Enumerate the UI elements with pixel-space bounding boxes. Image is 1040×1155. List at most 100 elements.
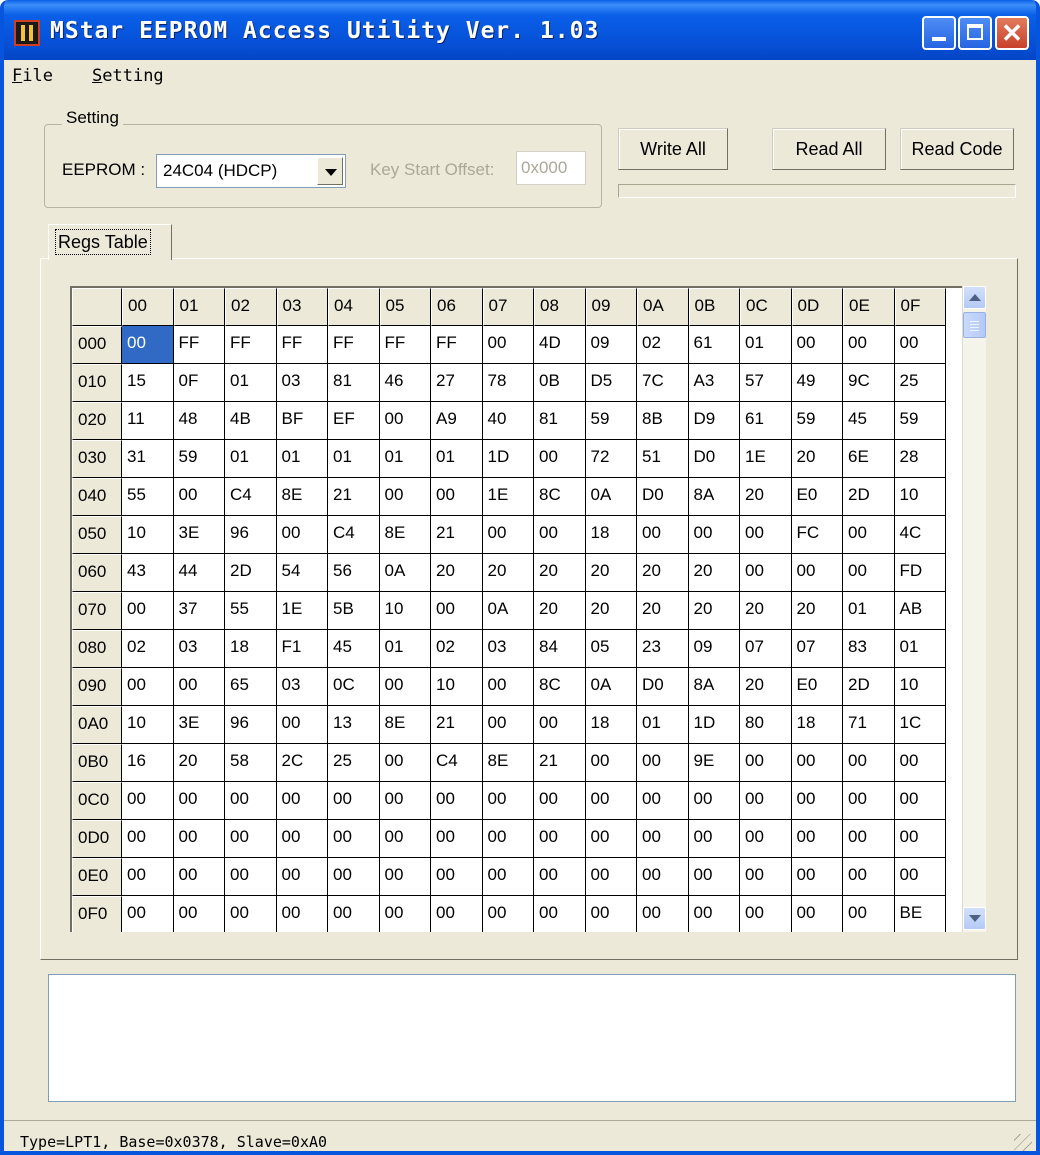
grid-cell[interactable]: FF [276,326,328,364]
grid-cell[interactable]: 27 [431,364,483,402]
grid-cell[interactable]: 00 [276,516,328,554]
grid-cell[interactable]: 09 [688,630,740,668]
grid-cell[interactable]: 00 [843,820,895,858]
grid-cell[interactable]: 1E [740,440,792,478]
grid-cell[interactable]: 00 [225,820,277,858]
grid-cell[interactable]: 00 [534,820,586,858]
grid-cell[interactable]: 00 [276,782,328,820]
grid-cell[interactable]: 00 [482,820,534,858]
grid-cell[interactable]: 03 [173,630,225,668]
grid-cell[interactable]: 00 [482,326,534,364]
grid-cell[interactable]: 00 [637,744,689,782]
grid-cell[interactable]: 00 [534,782,586,820]
grid-cell[interactable]: 51 [637,440,689,478]
grid-cell[interactable]: 00 [791,858,843,896]
menu-file[interactable]: File [12,66,53,86]
grid-cell[interactable]: 00 [173,820,225,858]
grid-cell[interactable]: 59 [894,402,946,440]
grid-cell[interactable]: 00 [791,820,843,858]
grid-cell[interactable]: D9 [688,402,740,440]
grid-cell[interactable]: 07 [740,630,792,668]
grid-cell[interactable]: 59 [791,402,843,440]
grid-cell[interactable]: 13 [328,706,380,744]
grid-cell[interactable]: 00 [225,782,277,820]
grid-cell[interactable]: 3E [173,516,225,554]
grid-cell[interactable]: 20 [740,478,792,516]
grid-cell[interactable]: 00 [174,896,225,932]
grid-cell[interactable]: 00 [380,896,431,932]
read-all-button[interactable]: Read All [772,128,886,170]
grid-cell[interactable]: 02 [122,630,174,668]
grid-cell[interactable]: C4 [431,744,483,782]
grid-cell[interactable]: A3 [688,364,740,402]
grid-cell[interactable]: 00 [482,782,534,820]
grid-cell[interactable]: 20 [740,668,792,706]
grid-cell[interactable]: 40 [482,402,534,440]
grid-cell[interactable]: 20 [637,554,689,592]
grid-cell[interactable]: 00 [792,896,843,932]
grid-cell[interactable]: 20 [482,554,534,592]
grid-cell[interactable]: 96 [225,516,277,554]
grid-cell[interactable]: 00 [276,706,328,744]
grid-cell[interactable]: 54 [276,554,328,592]
menu-setting[interactable]: Setting [92,66,164,86]
grid-cell[interactable]: 20 [740,592,792,630]
grid-cell[interactable]: 00 [894,326,946,364]
resize-grip-icon[interactable] [1014,1134,1032,1151]
grid-cell[interactable]: 00 [328,858,380,896]
grid-cell[interactable]: 00 [843,744,895,782]
grid-cell[interactable]: 00 [688,820,740,858]
grid-cell[interactable]: FF [225,326,277,364]
grid-cell[interactable]: 00 [791,554,843,592]
grid-cell[interactable]: 00 [637,516,689,554]
grid-cell[interactable]: 2C [276,744,328,782]
grid-cell[interactable]: 18 [225,630,277,668]
scroll-up-icon[interactable] [963,286,986,309]
grid-cell[interactable]: 00 [482,668,534,706]
grid-cell[interactable]: 00 [173,858,225,896]
grid-cell[interactable]: 20 [585,592,637,630]
grid-cell[interactable]: 2D [225,554,277,592]
grid-cell[interactable]: 18 [585,706,637,744]
grid-cell[interactable]: 81 [534,402,586,440]
grid-cell[interactable]: 00 [431,858,483,896]
grid-cell[interactable]: 7C [637,364,689,402]
grid-cell[interactable]: 8E [276,478,328,516]
grid-cell[interactable]: 0B [534,364,586,402]
grid-cell[interactable]: 00 [122,668,174,706]
grid-cell[interactable]: D0 [637,668,689,706]
grid-cell[interactable]: 01 [225,440,277,478]
grid-cell[interactable]: 1D [688,706,740,744]
grid-cell[interactable]: 00 [173,782,225,820]
grid-cell[interactable]: 00 [122,326,174,364]
grid-cell[interactable]: FD [894,554,946,592]
grid-cell[interactable]: 01 [379,630,431,668]
grid-cell[interactable]: 01 [328,440,380,478]
grid-cell[interactable]: 3E [173,706,225,744]
grid-cell[interactable]: 03 [276,668,328,706]
grid-cell[interactable]: 00 [483,896,534,932]
scroll-down-icon[interactable] [963,907,986,930]
grid-cell[interactable]: 00 [843,516,895,554]
grid-cell[interactable]: 00 [431,592,483,630]
grid-cell[interactable]: 00 [431,478,483,516]
grid-cell[interactable]: 00 [122,858,174,896]
grid-cell[interactable]: 48 [173,402,225,440]
grid-cell[interactable]: 84 [534,630,586,668]
grid-cell[interactable]: E0 [791,668,843,706]
grid-cell[interactable]: 00 [843,554,895,592]
grid-cell[interactable]: 00 [791,744,843,782]
grid-cell[interactable]: 28 [894,440,946,478]
grid-cell[interactable]: 00 [740,516,792,554]
grid-cell[interactable]: 00 [894,858,946,896]
grid-cell[interactable]: 01 [740,326,792,364]
grid-cell[interactable]: 2D [843,478,895,516]
grid-cell[interactable]: 18 [791,706,843,744]
grid-cell[interactable]: 78 [482,364,534,402]
grid-cell[interactable]: 20 [688,554,740,592]
grid-cell[interactable]: 00 [688,516,740,554]
grid-cell[interactable]: 56 [328,554,380,592]
grid-cell[interactable]: D0 [637,478,689,516]
grid-cell[interactable]: 1D [482,440,534,478]
grid-cell[interactable]: 00 [276,858,328,896]
